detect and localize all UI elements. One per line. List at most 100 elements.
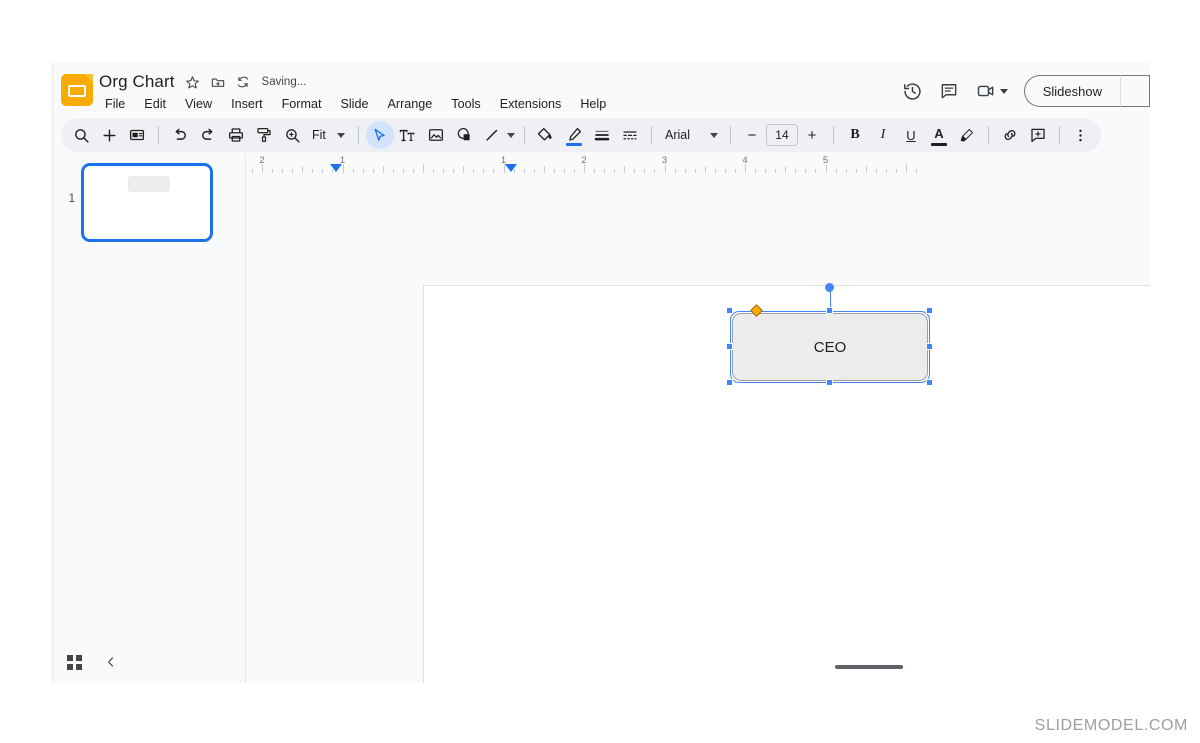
print-icon[interactable]: [222, 121, 250, 149]
google-slides-window: Org Chart Saving... File Edit View Inser…: [52, 62, 1150, 683]
slideshow-options-button[interactable]: [1120, 75, 1150, 107]
font-family-dropdown[interactable]: [704, 132, 723, 138]
menu-edit[interactable]: Edit: [138, 95, 172, 113]
right-indent-marker[interactable]: [504, 164, 517, 172]
resize-handle-nw[interactable]: [726, 307, 733, 314]
chevron-down-icon[interactable]: [507, 132, 516, 138]
left-indent-marker[interactable]: [330, 164, 343, 172]
text-color-label: A: [934, 126, 944, 141]
comment-icon[interactable]: [939, 81, 959, 101]
chevron-down-icon[interactable]: [709, 132, 718, 138]
menu-bar: File Edit View Insert Format Slide Arran…: [99, 95, 612, 113]
border-weight-icon[interactable]: [588, 121, 616, 149]
select-cursor-icon[interactable]: [365, 121, 394, 149]
border-color-swatch: [566, 143, 582, 146]
menu-slide[interactable]: Slide: [334, 95, 374, 113]
version-history-icon[interactable]: [902, 81, 923, 102]
shape-ceo[interactable]: CEO: [732, 313, 928, 381]
highlight-color-icon[interactable]: [953, 121, 981, 149]
video-camera-icon[interactable]: [975, 81, 997, 101]
ruler-label: 5: [822, 155, 829, 166]
slide-canvas[interactable]: CEO: [423, 283, 1150, 683]
line-dropdown[interactable]: [506, 132, 517, 138]
icon-fold: [84, 74, 93, 83]
resize-handle-s[interactable]: [826, 379, 833, 386]
undo-icon[interactable]: [166, 121, 194, 149]
grid-view-icon[interactable]: [67, 654, 82, 670]
page-title[interactable]: Org Chart: [99, 72, 175, 92]
ruler-label: 2: [259, 155, 265, 166]
shape-icon[interactable]: [450, 121, 478, 149]
resize-handle-e[interactable]: [926, 343, 933, 350]
ruler-tick: [382, 166, 384, 173]
ruler-tick: [704, 166, 706, 173]
text-color-swatch: [930, 143, 947, 146]
present-control[interactable]: [975, 81, 1008, 101]
add-comment-icon[interactable]: [1024, 121, 1052, 149]
ruler-label: 3: [661, 155, 668, 166]
toolbar-divider: [524, 126, 525, 144]
ruler-tick: [906, 164, 907, 173]
slideshow-group: Slideshow: [1023, 75, 1150, 107]
chevron-down-icon[interactable]: [337, 132, 346, 138]
watermark: SLIDEMODEL.COM: [1034, 717, 1188, 734]
chevron-down-icon[interactable]: [999, 88, 1008, 94]
ruler-tick: [302, 166, 304, 173]
toolbar-divider: [1058, 126, 1060, 144]
toolbar-wrap: Fit Arial − 14 + B I U A: [53, 118, 1150, 154]
insert-image-icon[interactable]: [422, 121, 450, 149]
resize-handle-w[interactable]: [726, 343, 733, 350]
list-item[interactable]: 1: [63, 163, 213, 242]
redo-icon[interactable]: [194, 121, 222, 149]
decrease-font-size-button[interactable]: −: [738, 121, 766, 149]
move-to-folder-icon[interactable]: [210, 75, 226, 90]
menu-file[interactable]: File: [99, 95, 131, 113]
resize-handle-se[interactable]: [926, 379, 933, 386]
menu-extensions[interactable]: Extensions: [494, 95, 568, 113]
toolbar-divider: [158, 126, 159, 144]
line-icon[interactable]: [478, 121, 506, 149]
menu-format[interactable]: Format: [276, 95, 328, 113]
resize-handle-n[interactable]: [826, 307, 833, 314]
text-color-button[interactable]: A: [925, 121, 953, 149]
rotation-handle[interactable]: [825, 283, 834, 292]
horizontal-scrollbar[interactable]: [835, 665, 903, 669]
text-box-icon[interactable]: [394, 121, 422, 149]
add-slide-icon[interactable]: [95, 121, 123, 149]
ruler-tick: [624, 166, 626, 173]
slide-thumbnail-1[interactable]: [81, 163, 213, 242]
zoom-icon[interactable]: [278, 121, 306, 149]
sync-status-icon: [236, 75, 250, 89]
font-size-input[interactable]: 14: [765, 124, 798, 146]
layout-icon[interactable]: [123, 121, 151, 149]
insert-link-icon[interactable]: [996, 121, 1024, 149]
resize-handle-ne[interactable]: [926, 307, 933, 314]
search-icon[interactable]: [67, 121, 95, 149]
menu-help[interactable]: Help: [574, 95, 612, 113]
menu-view[interactable]: View: [179, 95, 218, 113]
star-icon[interactable]: [185, 75, 200, 90]
paint-format-icon[interactable]: [250, 121, 278, 149]
border-color-icon[interactable]: [560, 121, 588, 149]
horizontal-ruler[interactable]: 2112345: [246, 154, 1150, 173]
menu-arrange[interactable]: Arrange: [381, 95, 438, 113]
slideshow-button[interactable]: Slideshow: [1023, 75, 1120, 107]
menu-insert[interactable]: Insert: [225, 95, 269, 113]
increase-font-size-button[interactable]: +: [798, 121, 826, 149]
toolbar-divider: [357, 126, 359, 144]
zoom-dropdown[interactable]: [332, 132, 351, 138]
bold-button[interactable]: B: [841, 121, 869, 149]
font-family-value[interactable]: Arial: [659, 128, 704, 142]
menu-tools[interactable]: Tools: [445, 95, 486, 113]
underline-button[interactable]: U: [897, 121, 925, 149]
border-dash-icon[interactable]: [616, 121, 644, 149]
ruler-tick: [543, 166, 545, 173]
italic-button[interactable]: I: [869, 121, 897, 149]
chevron-left-icon[interactable]: [104, 655, 118, 669]
more-options-icon[interactable]: [1067, 121, 1095, 149]
fill-color-icon[interactable]: [532, 121, 560, 149]
zoom-level-value[interactable]: Fit: [306, 122, 332, 148]
filmstrip-footer: [53, 641, 245, 683]
save-status: Saving...: [261, 76, 307, 88]
resize-handle-sw[interactable]: [726, 379, 733, 386]
